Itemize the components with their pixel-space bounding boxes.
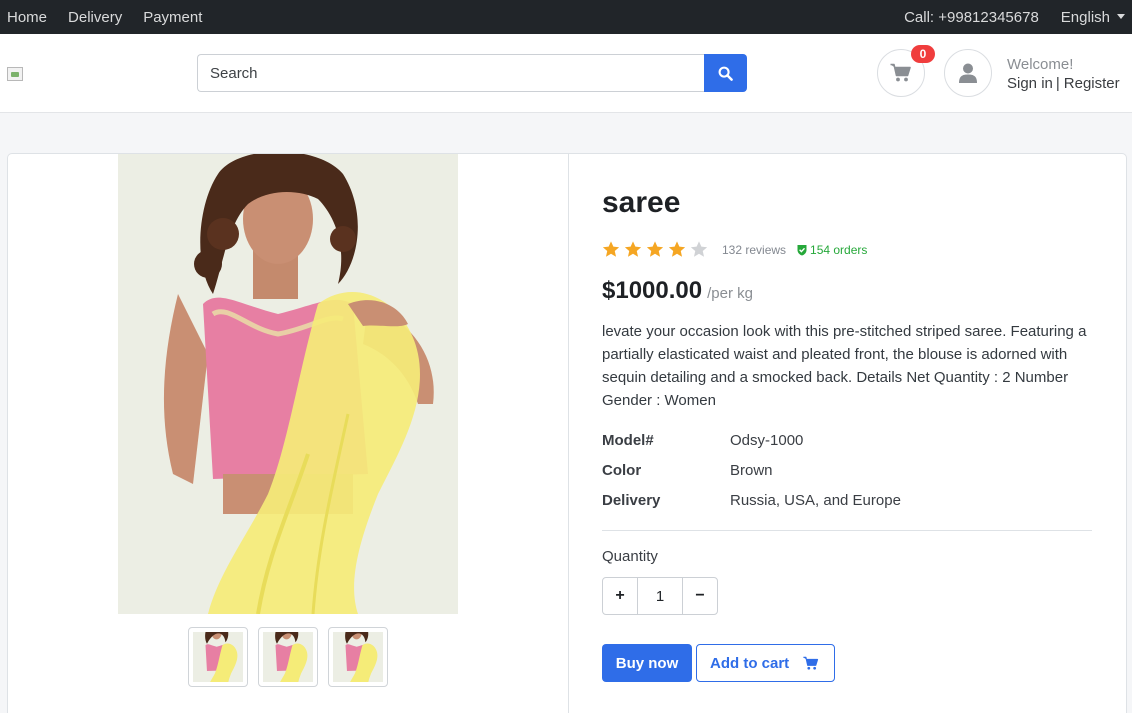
star-filled-icon (646, 241, 664, 257)
check-shield-icon (797, 244, 807, 255)
search-button[interactable] (704, 54, 747, 92)
orders-count: 154 orders (797, 243, 867, 257)
search-input[interactable] (197, 54, 704, 92)
quantity-decrease-button[interactable]: − (682, 578, 717, 614)
rating-row: 132 reviews 154 orders (602, 241, 867, 258)
star-rating (602, 241, 712, 258)
add-to-cart-button[interactable]: Add to cart (696, 644, 835, 682)
column-divider (568, 154, 569, 713)
cart-icon (803, 656, 819, 670)
star-filled-icon (624, 241, 642, 257)
quantity-increase-button[interactable]: + (603, 578, 638, 614)
thumbnail-1[interactable] (188, 627, 248, 687)
welcome-text: Welcome! (1007, 56, 1074, 73)
header: 0 Welcome! Sign in|Register (0, 34, 1132, 113)
welcome-block: Welcome! Sign in | Register (1007, 55, 1120, 93)
search-bar (197, 54, 747, 92)
product-photo (118, 154, 458, 614)
language-label: English (1060, 8, 1110, 26)
cart-count-badge: 0 (911, 45, 935, 63)
product-title: saree (602, 186, 681, 219)
star-filled-icon (668, 241, 686, 257)
spec-row-model: Model# Odsy-1000 (602, 425, 901, 455)
thumbnail-list (188, 627, 398, 687)
logo[interactable] (7, 67, 23, 81)
spec-key: Delivery (602, 491, 661, 509)
top-bar: Home Delivery Payment Call: +99812345678… (0, 0, 1132, 34)
cart-icon (890, 63, 911, 82)
add-to-cart-label: Add to cart (710, 654, 790, 672)
nav-home[interactable]: Home (7, 9, 47, 26)
auth-separator: | (1055, 75, 1060, 92)
auth-links: Sign in | Register (1007, 74, 1120, 93)
product-card: saree 132 reviews 154 orders $1000.00 /p… (7, 153, 1127, 713)
spec-key: Model# (602, 431, 654, 449)
user-icon (959, 63, 977, 83)
spec-key: Color (602, 461, 642, 479)
product-description: levate your occasion look with this pre-… (602, 323, 1087, 409)
star-filled-icon (602, 241, 620, 257)
nav-delivery[interactable]: Delivery (68, 9, 122, 26)
top-nav: Home Delivery Payment (7, 0, 223, 34)
price-unit: /per kg (707, 285, 753, 302)
quantity-stepper: + − (602, 577, 718, 615)
account-button[interactable] (944, 49, 992, 97)
star-empty-icon (690, 241, 708, 257)
top-right: Call: +99812345678 English (904, 0, 1125, 34)
price-row: $1000.00 /per kg (602, 277, 753, 305)
register-link[interactable]: Register (1064, 75, 1120, 92)
price-amount: $1000.00 (602, 277, 703, 304)
quantity-label: Quantity (602, 548, 658, 565)
thumbnail-2[interactable] (258, 627, 318, 687)
product-main-image[interactable] (118, 154, 458, 614)
reviews-count: 132 reviews (722, 242, 787, 257)
spec-row-delivery: Delivery Russia, USA, and Europe (602, 485, 901, 515)
spec-value: Odsy-1000 (730, 431, 804, 449)
caret-down-icon (1117, 14, 1125, 19)
orders-text: 154 orders (810, 242, 868, 257)
language-dropdown[interactable]: English (1061, 9, 1125, 26)
spec-value: Brown (730, 461, 773, 479)
search-icon (718, 66, 733, 81)
thumbnail-image (333, 632, 383, 682)
nav-payment[interactable]: Payment (143, 9, 202, 26)
spec-value: Russia, USA, and Europe (730, 491, 901, 509)
thumbnail-3[interactable] (328, 627, 388, 687)
buy-now-button[interactable]: Buy now (602, 644, 692, 682)
spec-list: Model# Odsy-1000 Color Brown Delivery Ru… (602, 425, 901, 515)
sign-in-link[interactable]: Sign in (1007, 75, 1053, 92)
thumbnail-image (193, 632, 243, 682)
quantity-input[interactable] (638, 578, 682, 614)
section-divider (602, 530, 1092, 531)
phone-number: Call: +99812345678 (904, 8, 1039, 26)
thumbnail-image (263, 632, 313, 682)
spec-row-color: Color Brown (602, 455, 901, 485)
